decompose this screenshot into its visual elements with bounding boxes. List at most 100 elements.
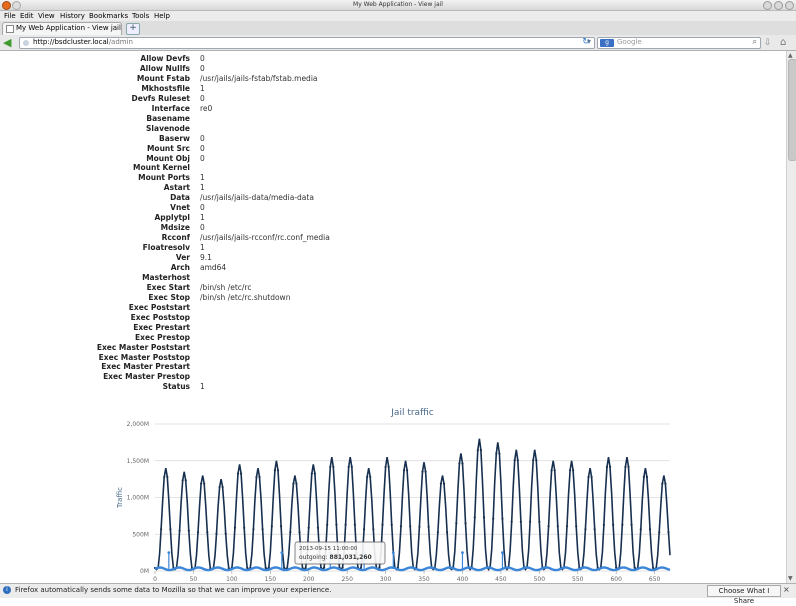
menu-help[interactable]: Help xyxy=(154,12,170,20)
series-outgoing-point xyxy=(630,523,633,526)
property-row: Allow Nullfs 0 xyxy=(0,64,500,74)
x-tick-label: 150 xyxy=(265,576,277,583)
series-outgoing-point xyxy=(605,465,609,468)
x-tick-label: 600 xyxy=(610,576,622,583)
new-tab-button[interactable]: + xyxy=(126,23,140,35)
series-outgoing-point xyxy=(565,525,569,528)
property-value: /usr/jails/jails-fstab/fstab.media xyxy=(200,73,318,83)
series-outgoing-point xyxy=(667,531,670,534)
property-value: /usr/jails/jails-rcconf/rc.conf_media xyxy=(200,233,330,243)
series-outgoing-point xyxy=(163,475,166,479)
x-tick-label: 50 xyxy=(190,576,198,583)
property-value: amd64 xyxy=(200,262,227,272)
property-row: Vnet 0 xyxy=(0,203,500,213)
menu-history[interactable]: History xyxy=(60,12,85,20)
series-outgoing-point xyxy=(169,528,172,531)
property-key: Exec Master Poststart xyxy=(96,342,190,352)
search-engine-icon[interactable]: g xyxy=(600,39,614,47)
property-row: Exec Prestop xyxy=(0,333,500,343)
property-value: 1 xyxy=(200,173,205,183)
tab-bar: My Web Application - View jail + xyxy=(0,21,796,36)
menu-view[interactable]: View xyxy=(38,12,55,20)
property-value: 0 xyxy=(200,93,205,103)
scroll-up-arrow-icon[interactable]: ▲ xyxy=(788,52,793,59)
close-window-button[interactable] xyxy=(785,1,794,10)
property-row: Floatresolv 1 xyxy=(0,243,500,253)
series-outgoing-point xyxy=(384,465,387,468)
series-outgoing-point xyxy=(461,462,464,465)
series-outgoing-point xyxy=(476,449,479,452)
series-outgoing-point xyxy=(532,459,535,462)
property-row: Rcconf/usr/jails/jails-rcconf/rc.conf_me… xyxy=(0,233,500,243)
series-outgoing-point xyxy=(556,525,559,528)
maximize-button[interactable] xyxy=(774,1,783,10)
download-arrow-icon[interactable]: ⇩ xyxy=(764,38,772,48)
series-outgoing-point xyxy=(313,472,316,475)
series-outgoing-point xyxy=(572,469,575,472)
series-outgoing-point xyxy=(553,469,556,472)
property-value: 0 xyxy=(200,54,205,63)
url-text[interactable]: http://bsdcluster.local/admin xyxy=(33,38,133,46)
menu-tools[interactable]: Tools xyxy=(132,12,149,20)
y-tick-label: 2,000M xyxy=(127,421,149,428)
property-key: Astart xyxy=(163,183,190,193)
series-outgoing-point xyxy=(310,472,313,475)
scroll-down-arrow-icon[interactable]: ▼ xyxy=(788,575,793,582)
series-outgoing-point xyxy=(252,528,255,531)
property-key: Mdsize xyxy=(160,223,190,233)
series-outgoing-point xyxy=(664,482,667,485)
y-tick-label: 0M xyxy=(140,568,149,575)
menu-file[interactable]: File xyxy=(4,12,16,20)
series-outgoing-point xyxy=(399,525,403,528)
series-outgoing-point xyxy=(402,469,406,472)
property-key: Baserw xyxy=(159,133,190,143)
property-row: Masterhost xyxy=(0,273,500,283)
series-outgoing-point xyxy=(645,475,649,479)
series-outgoing-point xyxy=(196,531,200,534)
series-outgoing-point xyxy=(516,459,519,462)
search-input[interactable]: Google xyxy=(617,38,642,46)
series-outgoing-point xyxy=(276,469,280,472)
tab-label: My Web Application - View jail xyxy=(16,24,121,32)
page-favicon-icon xyxy=(6,25,14,33)
minimize-button[interactable] xyxy=(763,1,772,10)
x-tick-label: 250 xyxy=(341,576,353,583)
reload-icon[interactable]: ↻ xyxy=(581,37,591,47)
property-key: Mount Src xyxy=(146,143,190,153)
url-bar[interactable]: http://bsdcluster.local/admin ▾ xyxy=(19,37,595,49)
choose-what-i-share-button[interactable]: Choose What I Share xyxy=(707,585,781,605)
search-magnifier-icon[interactable]: ⌕ xyxy=(753,37,757,47)
series-outgoing-point xyxy=(347,465,350,468)
close-notification-icon[interactable]: × xyxy=(783,585,790,594)
tab-view-jail[interactable]: My Web Application - View jail xyxy=(2,22,122,35)
series-outgoing-point xyxy=(612,523,615,526)
series-outgoing-point xyxy=(436,531,439,534)
menu-edit[interactable]: Edit xyxy=(20,12,34,20)
property-row: Exec Master Poststop xyxy=(0,353,500,363)
property-row: Mount Obj 0 xyxy=(0,154,500,164)
home-icon[interactable]: ⌂ xyxy=(780,37,786,48)
series-outgoing-point xyxy=(495,452,498,455)
series-outgoing-point xyxy=(418,525,421,528)
vertical-scrollbar[interactable]: ▲ ▼ xyxy=(786,51,796,583)
x-tick-label: 350 xyxy=(418,576,430,583)
property-key: Ver xyxy=(175,253,190,262)
site-identity-icon[interactable] xyxy=(23,40,29,46)
property-row: Slavenode xyxy=(0,124,500,134)
series-outgoing-point xyxy=(221,485,224,489)
property-row: Data/usr/jails/jails-data/media-data xyxy=(0,193,500,203)
series-incoming-point xyxy=(280,551,284,555)
property-value: 0 xyxy=(200,143,205,153)
menu-bookmarks[interactable]: Bookmarks xyxy=(89,12,128,20)
scrollbar-thumb[interactable] xyxy=(788,59,796,161)
series-outgoing-point xyxy=(178,529,181,532)
property-key: Exec Master Prestop xyxy=(103,372,190,382)
property-key: Exec Start xyxy=(146,282,190,292)
series-outgoing-point xyxy=(283,566,286,569)
search-bar[interactable]: g Google ⌕ xyxy=(597,37,761,49)
back-arrow-icon[interactable]: ◀ xyxy=(3,37,15,48)
property-row: Mount Src 0 xyxy=(0,144,500,154)
series-outgoing-point xyxy=(624,465,627,468)
series-outgoing-point xyxy=(587,475,590,479)
property-row: Allow Devfs 0 xyxy=(0,54,500,64)
